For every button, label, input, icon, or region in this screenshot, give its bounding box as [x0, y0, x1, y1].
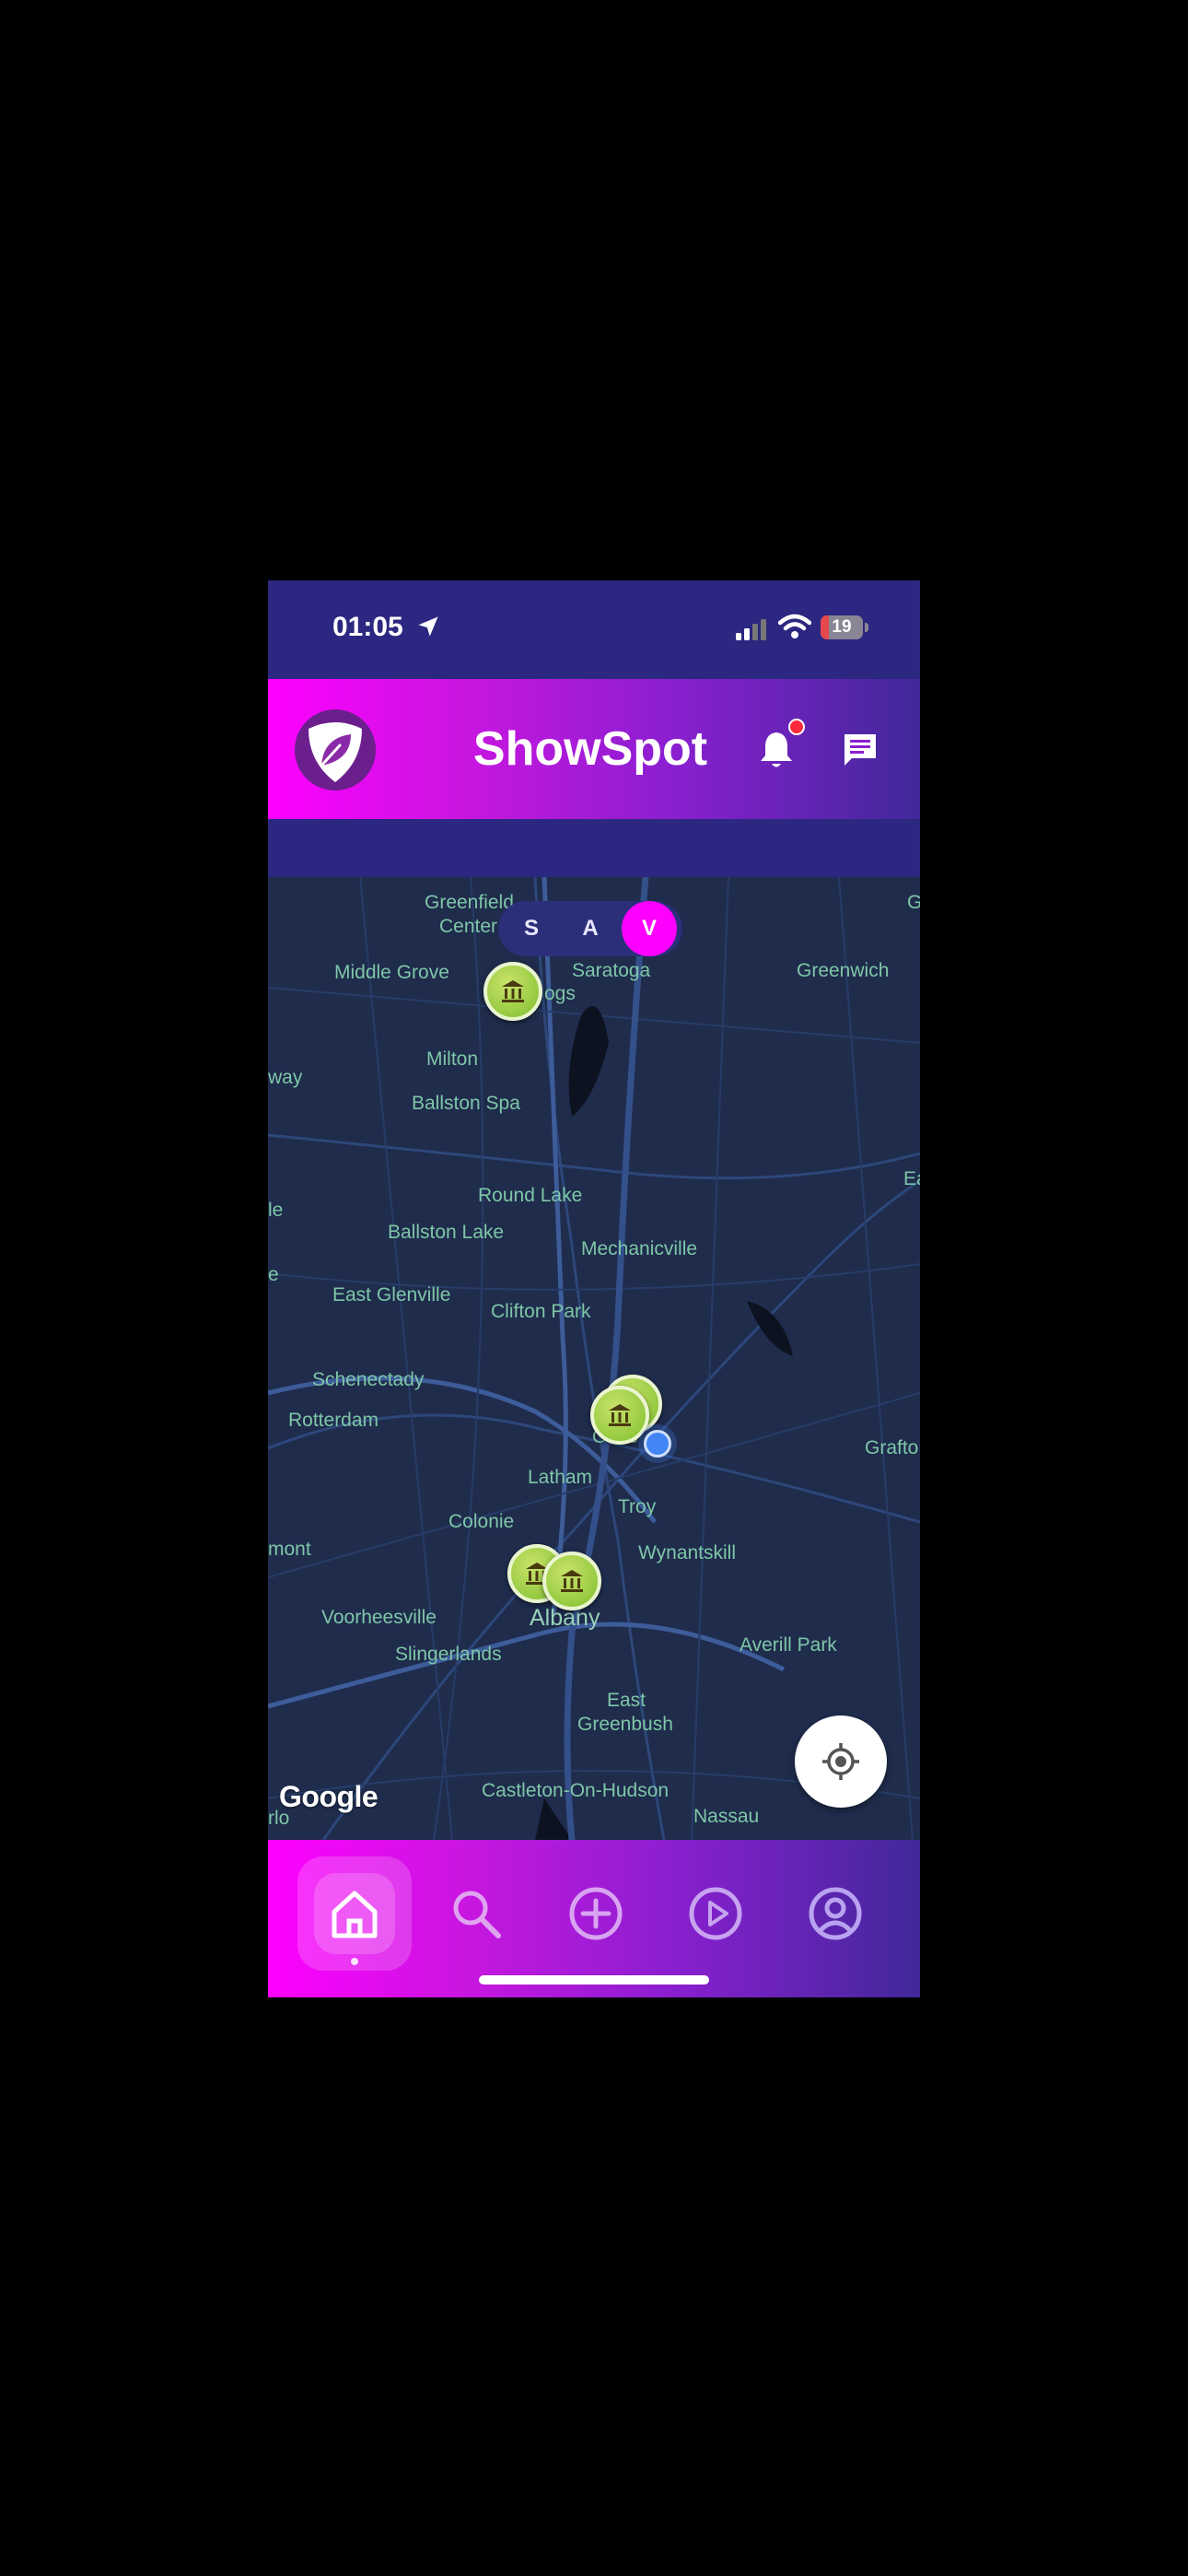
battery-level: 19	[832, 617, 852, 637]
search-icon	[453, 1891, 501, 1938]
tab-play[interactable]	[658, 1856, 773, 1971]
map-label: Greenfield	[425, 892, 514, 913]
tab-profile[interactable]	[778, 1856, 892, 1971]
home-indicator	[479, 1975, 709, 1985]
google-attribution: Google	[279, 1780, 379, 1813]
segment-control: S A V	[498, 901, 682, 956]
map-label: Saratoga	[572, 960, 651, 981]
screen-background: 01:05 19 ShowSpot Greenfield Center Midd…	[0, 0, 1188, 2576]
museum-icon	[561, 1570, 583, 1592]
venue-marker[interactable]	[542, 1551, 601, 1610]
map-label: Milton	[426, 1048, 479, 1070]
map-label: way	[268, 1067, 303, 1088]
map-label: Rotterdam	[288, 1410, 379, 1431]
map-label: G	[907, 892, 920, 913]
map-label: Ballston Spa	[412, 1093, 520, 1114]
map-label: e	[268, 1264, 279, 1285]
segment-a[interactable]: A	[563, 901, 618, 956]
map-label: Round Lake	[478, 1185, 583, 1206]
tab-search[interactable]	[419, 1856, 533, 1971]
map-label: Greenbush	[577, 1714, 673, 1735]
chat-icon[interactable]	[841, 731, 879, 769]
map-label: Nassau	[693, 1806, 760, 1827]
tab-create[interactable]	[539, 1856, 653, 1971]
map-label: Castleton-On-Hudson	[482, 1780, 670, 1801]
map-label: Schenectady	[312, 1369, 425, 1390]
battery-body: 19	[821, 615, 863, 639]
tab-home[interactable]	[297, 1856, 412, 1971]
recenter-button[interactable]	[795, 1715, 887, 1808]
app-screen: 01:05 19 ShowSpot Greenfield Center Midd…	[268, 580, 920, 1997]
location-arrow-icon	[418, 616, 438, 637]
user-circle-icon	[809, 1887, 862, 1940]
home-icon	[332, 1891, 378, 1938]
tab-bar	[268, 1840, 920, 1997]
map-label: mont	[268, 1539, 311, 1560]
status-bar: 01:05 19	[268, 580, 920, 679]
segment-s[interactable]: S	[504, 901, 559, 956]
map-label: Voorheesville	[321, 1607, 437, 1628]
museum-icon	[502, 980, 524, 1002]
map-label: Middle Grove	[334, 962, 449, 983]
battery-nub	[865, 623, 868, 632]
play-circle-icon	[689, 1887, 742, 1940]
plus-circle-icon	[569, 1887, 623, 1940]
app-header: ShowSpot	[268, 679, 920, 819]
map-label: Averill Park	[740, 1634, 837, 1656]
map-label: Grafto	[865, 1437, 919, 1458]
map-roads	[268, 877, 920, 1840]
map-label: Slingerlands	[395, 1644, 502, 1665]
bell-icon[interactable]	[756, 729, 797, 771]
status-time: 01:05	[332, 612, 403, 642]
map-label: ogs	[544, 983, 576, 1004]
map-label: Ea	[903, 1168, 920, 1189]
map-label: Albany	[530, 1605, 600, 1631]
venue-marker[interactable]	[483, 962, 542, 1021]
subheader-band	[268, 819, 920, 877]
segment-v[interactable]: V	[622, 901, 677, 956]
map-label: Mechanicville	[581, 1238, 698, 1259]
map-label: Latham	[528, 1467, 593, 1488]
wifi-icon	[778, 614, 811, 638]
user-location-dot	[644, 1430, 671, 1458]
leaf-shield-logo[interactable]	[294, 708, 377, 791]
map-label: Ballston Lake	[388, 1222, 505, 1243]
map-label: East Glenville	[332, 1284, 451, 1306]
map-label: Wynantskill	[638, 1542, 737, 1563]
map-label: East	[607, 1690, 646, 1711]
map-label: Troy	[618, 1496, 657, 1517]
map-label: Clifton Park	[491, 1301, 591, 1322]
signal-icon	[736, 619, 766, 640]
battery-icon: 19	[821, 615, 868, 639]
map-label: Colonie	[448, 1511, 515, 1532]
active-tab-dot	[351, 1958, 358, 1965]
crosshair-icon	[822, 1743, 859, 1780]
notification-badge	[788, 719, 805, 735]
venue-marker[interactable]	[590, 1386, 649, 1445]
map-view[interactable]: Greenfield Center Middle Grove Saratoga …	[268, 877, 920, 1840]
map-label: Greenwich	[797, 960, 890, 981]
map-label: Center	[439, 916, 498, 937]
map-label: le	[268, 1200, 284, 1221]
museum-icon	[609, 1404, 631, 1426]
app-title: ShowSpot	[472, 722, 708, 776]
